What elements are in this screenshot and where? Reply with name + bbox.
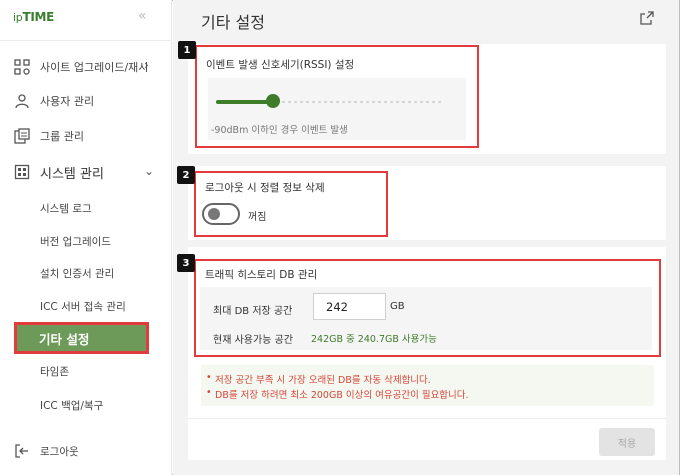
- max-db-label: 최대 DB 저장 공간: [213, 306, 293, 317]
- available-space-value: 242GB 중 240.7GB 사용가능: [311, 334, 437, 345]
- warning-line: DB를 저장 하려면 최소 200GB 이상의 여유공간이 필요합니다.: [206, 387, 469, 401]
- sub-item-version-upgrade[interactable]: 버전 업그레이드: [40, 234, 111, 249]
- sidebar-item-system[interactable]: 시스템 관리: [14, 161, 104, 183]
- chevron-right-icon[interactable]: ›: [144, 58, 149, 72]
- sidebar-divider: [0, 40, 172, 41]
- card-divider: [188, 418, 666, 419]
- logout-sort-title: 로그아웃 시 정렬 정보 삭제: [205, 182, 325, 194]
- section1-badge: 1: [178, 41, 196, 59]
- logout-sort-toggle[interactable]: [202, 203, 240, 225]
- rssi-slider-thumb[interactable]: [265, 94, 280, 108]
- sub-item-misc-settings[interactable]: 기타 설정: [14, 322, 149, 354]
- sidebar-item-users[interactable]: 사용자 관리: [14, 90, 94, 112]
- sidebar-item-groups[interactable]: 그룹 관리: [14, 125, 84, 147]
- section3-badge: 3: [177, 254, 195, 272]
- rssi-title: 이벤트 발생 신호세기(RSSI) 설정: [206, 59, 355, 71]
- warning-box: 저장 공간 부족 시 가장 오래된 DB를 자동 삭제합니다. DB를 저장 하…: [201, 365, 654, 406]
- sidebar-item-label: 그룹 관리: [40, 130, 84, 143]
- export-icon[interactable]: [640, 10, 654, 25]
- logout-button[interactable]: 로그아웃: [14, 443, 79, 459]
- max-db-unit: GB: [390, 301, 405, 312]
- page-title: 기타 설정: [201, 13, 265, 32]
- sidebar-item-label: 사용자 관리: [40, 95, 95, 108]
- traffic-db-title: 트래픽 히스토리 DB 관리: [205, 269, 318, 281]
- sidebar-item-label: 시스템 관리: [40, 166, 104, 182]
- toggle-knob: [208, 208, 220, 220]
- sub-item-system-log[interactable]: 시스템 로그: [40, 201, 92, 216]
- sidebar-item-site-upgrade[interactable]: 사이트 업그레이드/재시: [14, 56, 148, 78]
- sub-item-icc-server-access[interactable]: ICC 서버 접속 관리: [40, 299, 126, 314]
- sidebar-item-label: 사이트 업그레이드/재시: [40, 61, 149, 74]
- rssi-slider-fill: [216, 100, 273, 104]
- sub-item-timezone[interactable]: 타임존: [40, 364, 69, 379]
- iptime-logo: ipTIME: [13, 10, 55, 24]
- max-db-input[interactable]: 242: [313, 293, 386, 320]
- apply-button[interactable]: 적용: [599, 428, 655, 456]
- collapse-sidebar-icon[interactable]: «: [138, 8, 147, 24]
- logout-icon: [14, 443, 30, 459]
- system-icon: [14, 164, 30, 180]
- section2-badge: 2: [177, 166, 195, 184]
- toggle-state-label: 꺼짐: [248, 212, 267, 223]
- rssi-slider-panel: -90dBm 이하인 경우 이벤트 발생: [208, 78, 466, 140]
- sub-item-icc-backup[interactable]: ICC 백업/복구: [40, 398, 103, 413]
- rssi-note: -90dBm 이하인 경우 이벤트 발생: [211, 125, 348, 136]
- warning-line: 저장 공간 부족 시 가장 오래된 DB를 자동 삭제합니다.: [206, 372, 431, 386]
- user-icon: [14, 93, 30, 109]
- available-space-label: 현재 사용가능 공간: [213, 335, 293, 346]
- sidebar: ipTIME « 사이트 업그레이드/재시 › 사용자 관리 그룹 관리 시스템…: [0, 0, 172, 475]
- logout-label: 로그아웃: [40, 445, 79, 458]
- sub-item-cert-management[interactable]: 설치 인증서 관리: [40, 266, 114, 281]
- group-icon: [14, 128, 30, 144]
- site-upgrade-icon: [14, 59, 30, 75]
- chevron-down-icon[interactable]: ⌄: [144, 164, 154, 178]
